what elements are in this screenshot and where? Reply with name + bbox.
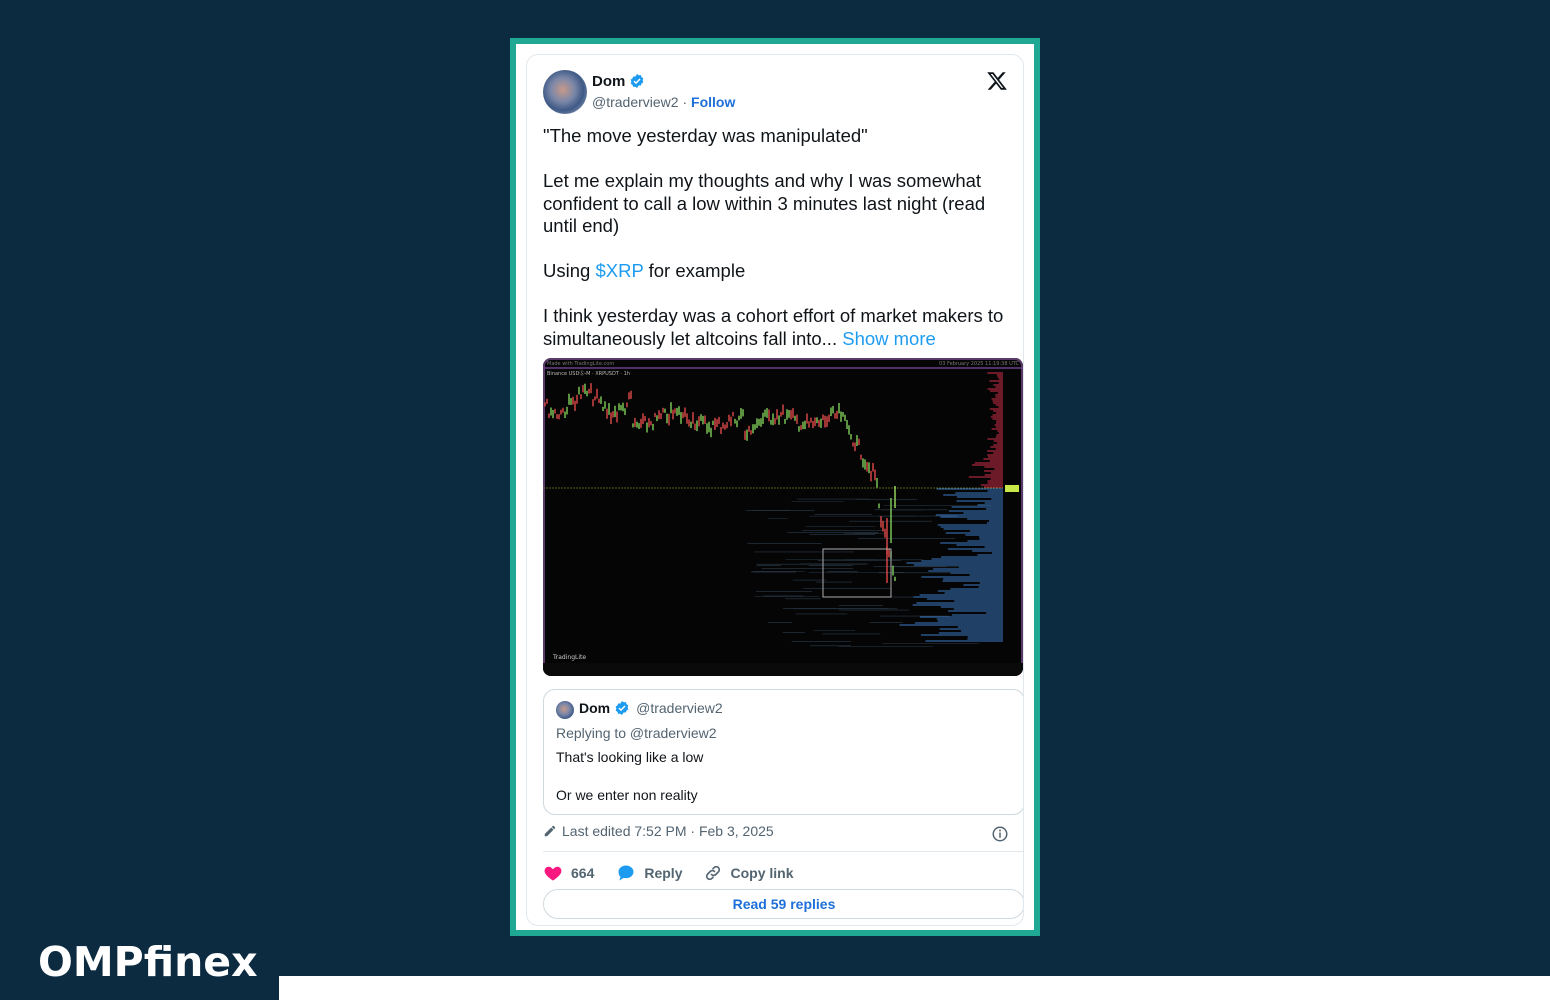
tweet[interactable]: Dom @traderview2 · Follow "The move yest… <box>526 54 1024 926</box>
author-block: Dom @traderview2 · Follow <box>592 71 735 111</box>
brand-logo: OMPfinex <box>38 938 258 986</box>
info-icon[interactable] <box>991 825 1009 843</box>
chart-watermark: Made with TradingLite.com <box>547 361 614 367</box>
speech-bubble-icon <box>618 865 634 881</box>
likes-count: 664 <box>571 865 595 881</box>
quoted-tweet[interactable]: Dom @traderview2 Replying to @traderview… <box>543 689 1023 815</box>
bottom-bar <box>279 976 1550 1000</box>
last-edited[interactable]: Last edited 7:52 PM · Feb 3, 2025 <box>543 823 774 839</box>
show-more-link[interactable]: Show more <box>842 328 936 349</box>
quote-avatar[interactable] <box>556 701 574 719</box>
tweet-actions: 664 Reply Copy link <box>543 861 816 885</box>
copy-link-button[interactable]: Copy link <box>704 864 794 882</box>
quote-author-name[interactable]: Dom <box>579 700 610 716</box>
quote-text: That's looking like a low Or we enter no… <box>556 749 704 803</box>
handle-separator: · <box>682 94 688 110</box>
cashtag-link[interactable]: $XRP <box>595 260 643 281</box>
last-edited-text: Last edited 7:52 PM · Feb 3, 2025 <box>562 823 774 839</box>
quote-replying-to[interactable]: Replying to @traderview2 <box>556 725 717 741</box>
tweet-chart-image[interactable]: Made with TradingLite.com 03 February 20… <box>543 358 1023 676</box>
heart-icon <box>544 866 562 881</box>
like-button[interactable]: 664 <box>543 863 594 883</box>
brand-part1: OMP <box>38 938 144 986</box>
reply-label: Reply <box>644 865 683 881</box>
brand-part2: f <box>143 938 175 986</box>
x-logo-icon[interactable] <box>986 70 1008 92</box>
verified-badge-icon <box>615 701 629 715</box>
tweet-card: Dom @traderview2 · Follow "The move yest… <box>516 44 1034 930</box>
follow-button[interactable]: Follow <box>691 94 735 110</box>
chart-timestamp: 03 February 2025 11:19:38 UTC <box>939 361 1019 367</box>
reply-button[interactable]: Reply <box>616 863 682 883</box>
author-avatar[interactable] <box>543 70 587 114</box>
brand-part4: nex <box>174 938 258 986</box>
tweet-embed-frame: Dom @traderview2 · Follow "The move yest… <box>510 38 1040 936</box>
author-handle[interactable]: @traderview2 <box>592 94 679 110</box>
divider <box>543 851 1023 852</box>
quote-handle[interactable]: @traderview2 <box>636 700 723 716</box>
pencil-icon <box>544 825 556 837</box>
verified-badge-icon <box>631 74 644 88</box>
link-icon <box>706 865 721 881</box>
copy-link-label: Copy link <box>730 865 794 881</box>
time-axis <box>543 663 1023 676</box>
chart-symbol-label: Binance USDⓈ-M · XRPUSDT · 1h <box>547 370 630 377</box>
chart-marks <box>543 372 1023 676</box>
chart-brand: TradingLite <box>552 654 586 661</box>
author-name[interactable]: Dom <box>592 73 625 90</box>
tweet-text: "The move yesterday was manipulated" Let… <box>543 125 1013 350</box>
price-tag <box>1005 485 1019 492</box>
tweet-text-part1: "The move yesterday was manipulated" Let… <box>543 125 986 281</box>
read-replies-button[interactable]: Read 59 replies <box>543 889 1023 919</box>
